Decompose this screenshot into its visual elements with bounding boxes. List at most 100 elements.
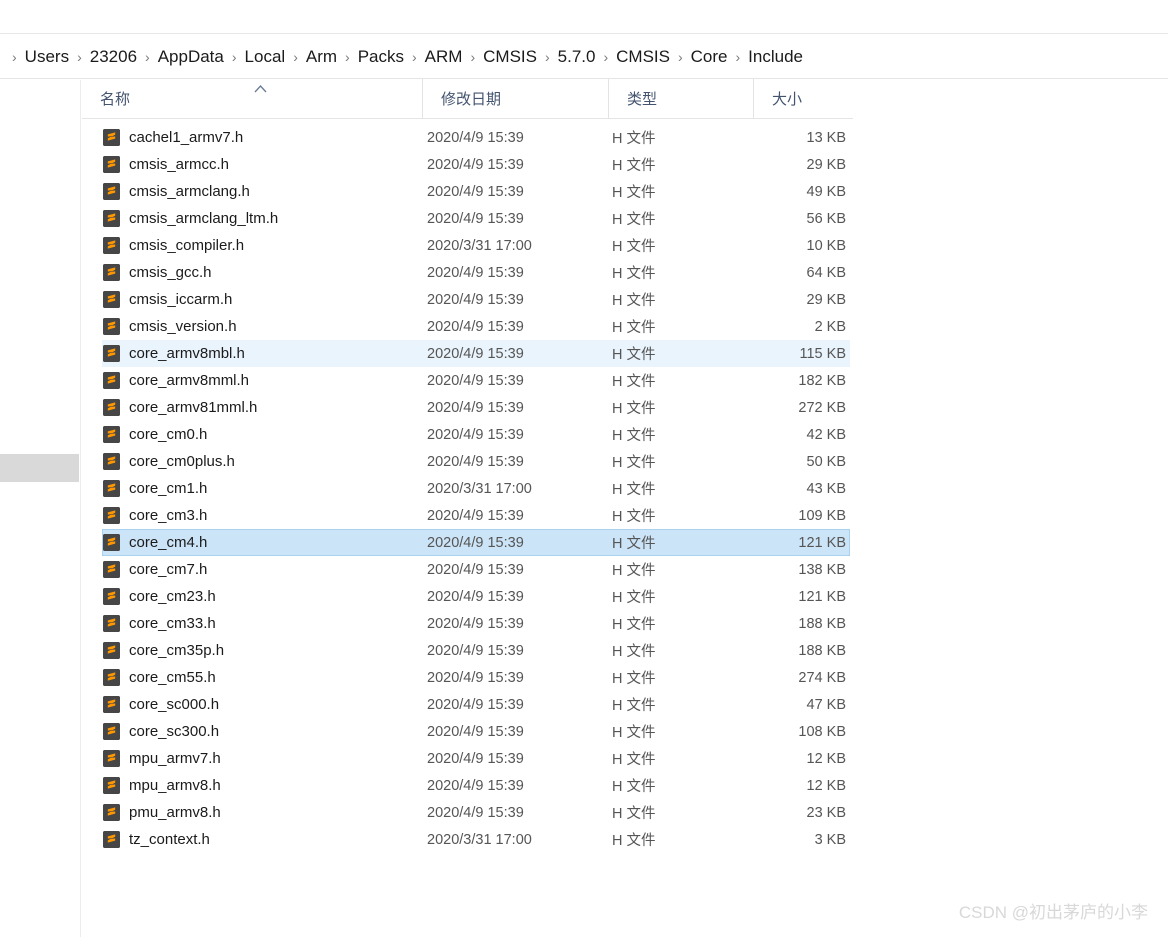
column-header-date[interactable]: 修改日期	[422, 79, 608, 118]
file-name-label: core_sc300.h	[129, 723, 220, 740]
file-row[interactable]: core_armv8mbl.h 2020/4/9 15:39 H 文件 115 KB	[102, 340, 850, 367]
file-name-label: core_cm4.h	[129, 534, 208, 551]
file-row[interactable]: mpu_armv8.h 2020/4/9 15:39 H 文件 12 KB	[102, 772, 850, 799]
file-size-cell: 56 KB	[806, 210, 847, 227]
breadcrumb-item-core[interactable]: Core	[689, 46, 730, 67]
file-name-label: cmsis_gcc.h	[129, 264, 212, 281]
sublime-text-file-icon	[103, 426, 120, 443]
file-name-label: mpu_armv8.h	[129, 777, 221, 794]
file-name-cell: cmsis_armclang.h	[103, 183, 423, 200]
file-row[interactable]: core_cm7.h 2020/4/9 15:39 H 文件 138 KB	[102, 556, 850, 583]
file-row[interactable]: cmsis_armclang_ltm.h 2020/4/9 15:39 H 文件 56…	[102, 205, 850, 232]
file-size-cell: 188 KB	[798, 642, 846, 659]
breadcrumb-item-23206[interactable]: 23206	[88, 46, 139, 67]
file-type-cell: H 文件	[612, 293, 656, 309]
file-row[interactable]: core_cm23.h 2020/4/9 15:39 H 文件 121 KB	[102, 583, 850, 610]
file-name-label: core_armv8mml.h	[129, 372, 250, 389]
breadcrumb-separator-icon: ›	[77, 48, 82, 65]
file-row[interactable]: core_armv81mml.h 2020/4/9 15:39 H 文件 272 KB	[102, 394, 850, 421]
file-date-cell: 2020/3/31 17:00	[427, 237, 532, 254]
file-type-cell: H 文件	[612, 644, 656, 660]
sublime-text-file-icon	[103, 264, 120, 281]
file-row[interactable]: core_armv8mml.h 2020/4/9 15:39 H 文件 182 KB	[102, 367, 850, 394]
file-date-cell: 2020/4/9 15:39	[427, 129, 524, 146]
column-header-date-label: 修改日期	[441, 91, 502, 108]
file-row[interactable]: core_cm3.h 2020/4/9 15:39 H 文件 109 KB	[102, 502, 850, 529]
breadcrumb-item-arm[interactable]: ARM	[423, 46, 465, 67]
file-size-cell: 13 KB	[806, 129, 847, 146]
file-size-cell: 274 KB	[798, 669, 846, 686]
file-name-label: core_cm0plus.h	[129, 453, 235, 470]
file-row[interactable]: cachel1_armv7.h 2020/4/9 15:39 H 文件 13 KB	[102, 124, 850, 151]
file-row[interactable]: core_cm0plus.h 2020/4/9 15:39 H 文件 50 KB	[102, 448, 850, 475]
file-type-cell: H 文件	[612, 401, 656, 417]
breadcrumb-item-appdata[interactable]: AppData	[156, 46, 226, 67]
file-row[interactable]: cmsis_compiler.h 2020/3/31 17:00 H 文件 10 KB	[102, 232, 850, 259]
file-type-cell: H 文件	[612, 320, 656, 336]
sublime-text-file-icon	[103, 318, 120, 335]
breadcrumb-item-arm[interactable]: Arm	[304, 46, 339, 67]
file-type-cell: H 文件	[612, 590, 656, 606]
file-row[interactable]: core_cm1.h 2020/3/31 17:00 H 文件 43 KB	[102, 475, 850, 502]
file-row[interactable]: core_cm4.h 2020/4/9 15:39 H 文件 121 KB	[102, 529, 850, 556]
file-row[interactable]: cmsis_iccarm.h 2020/4/9 15:39 H 文件 29 KB	[102, 286, 850, 313]
file-row[interactable]: cmsis_armcc.h 2020/4/9 15:39 H 文件 29 KB	[102, 151, 850, 178]
file-row[interactable]: pmu_armv8.h 2020/4/9 15:39 H 文件 23 KB	[102, 799, 850, 826]
file-date-cell: 2020/4/9 15:39	[427, 669, 524, 686]
file-size-cell: 23 KB	[806, 804, 847, 821]
breadcrumb-item-users[interactable]: Users	[23, 46, 71, 67]
file-row[interactable]: cmsis_version.h 2020/4/9 15:39 H 文件 2 KB	[102, 313, 850, 340]
breadcrumb-item-include[interactable]: Include	[746, 46, 805, 67]
file-type-cell: H 文件	[612, 779, 656, 795]
file-name-cell: core_armv8mbl.h	[103, 345, 423, 362]
file-row[interactable]: core_sc300.h 2020/4/9 15:39 H 文件 108 KB	[102, 718, 850, 745]
file-type-cell: H 文件	[612, 131, 656, 147]
csdn-watermark: CSDN @初出茅庐的小李	[958, 903, 1148, 922]
file-size-cell: 49 KB	[806, 183, 847, 200]
file-row[interactable]: cmsis_armclang.h 2020/4/9 15:39 H 文件 49 KB	[102, 178, 850, 205]
file-name-label: pmu_armv8.h	[129, 804, 221, 821]
column-header-row: 名称 修改日期 类型 大小	[82, 79, 853, 119]
file-date-cell: 2020/4/9 15:39	[427, 507, 524, 524]
breadcrumb-item-packs[interactable]: Packs	[356, 46, 406, 67]
file-type-cell: H 文件	[612, 212, 656, 228]
file-name-cell: cmsis_armcc.h	[103, 156, 423, 173]
file-type-cell: H 文件	[612, 266, 656, 282]
breadcrumb-item-cmsis[interactable]: CMSIS	[481, 46, 539, 67]
file-date-cell: 2020/4/9 15:39	[427, 777, 524, 794]
file-row[interactable]: core_cm0.h 2020/4/9 15:39 H 文件 42 KB	[102, 421, 850, 448]
breadcrumb-item-local[interactable]: Local	[243, 46, 288, 67]
file-row[interactable]: tz_context.h 2020/3/31 17:00 H 文件 3 KB	[102, 826, 850, 853]
file-name-label: cachel1_armv7.h	[129, 129, 244, 146]
file-size-cell: 115 KB	[799, 345, 847, 362]
file-name-label: cmsis_iccarm.h	[129, 291, 233, 308]
file-name-cell: cmsis_gcc.h	[103, 264, 423, 281]
breadcrumb-separator-icon: ›	[603, 48, 609, 65]
file-name-label: core_cm1.h	[129, 480, 208, 497]
file-row[interactable]: mpu_armv7.h 2020/4/9 15:39 H 文件 12 KB	[102, 745, 850, 772]
breadcrumb-item-5-7-0[interactable]: 5.7.0	[556, 46, 598, 67]
file-type-cell: H 文件	[612, 671, 656, 687]
file-name-cell: core_sc000.h	[103, 696, 423, 713]
column-header-type[interactable]: 类型	[608, 79, 753, 118]
file-name-label: mpu_armv7.h	[129, 750, 221, 767]
breadcrumb-item-cmsis[interactable]: CMSIS	[614, 46, 672, 67]
column-header-name[interactable]: 名称	[82, 79, 422, 118]
file-row[interactable]: core_cm55.h 2020/4/9 15:39 H 文件 274 KB	[102, 664, 850, 691]
file-name-cell: pmu_armv8.h	[103, 804, 423, 821]
sublime-text-file-icon	[103, 399, 120, 416]
file-row[interactable]: core_cm35p.h 2020/4/9 15:39 H 文件 188 KB	[102, 637, 850, 664]
file-name-cell: core_cm1.h	[103, 480, 423, 497]
sublime-text-file-icon	[103, 588, 120, 605]
file-row[interactable]: core_cm33.h 2020/4/9 15:39 H 文件 188 KB	[102, 610, 850, 637]
sublime-text-file-icon	[103, 534, 120, 551]
file-name-label: core_cm3.h	[129, 507, 208, 524]
column-header-size-label: 大小	[772, 91, 803, 108]
file-type-cell: H 文件	[612, 509, 656, 525]
sublime-text-file-icon	[103, 669, 120, 686]
column-header-size[interactable]: 大小	[753, 79, 853, 118]
file-size-cell: 10 KB	[806, 237, 847, 254]
file-row[interactable]: core_sc000.h 2020/4/9 15:39 H 文件 47 KB	[102, 691, 850, 718]
file-row[interactable]: cmsis_gcc.h 2020/4/9 15:39 H 文件 64 KB	[102, 259, 850, 286]
file-name-cell: cmsis_armclang_ltm.h	[103, 210, 423, 227]
